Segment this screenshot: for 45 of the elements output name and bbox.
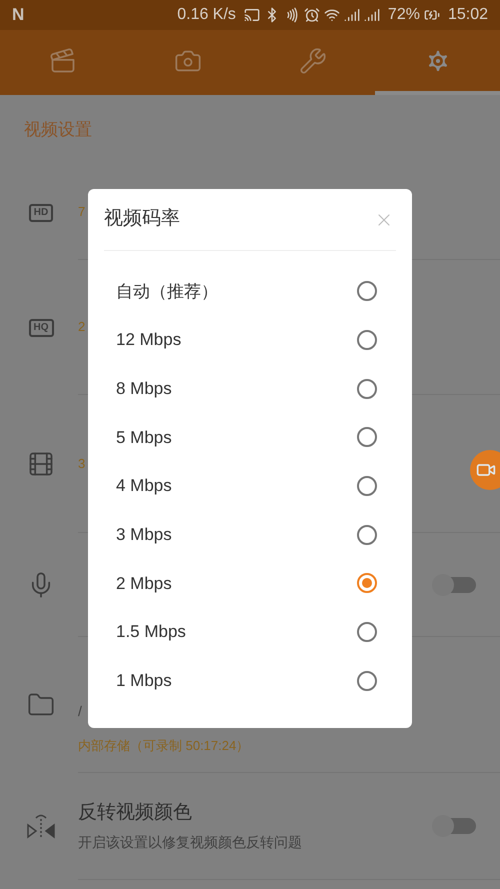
wifi-icon xyxy=(324,7,340,23)
battery-percent: 72% xyxy=(388,5,420,25)
radio-button[interactable] xyxy=(357,378,377,399)
bitrate-option[interactable]: 自动（推荐） xyxy=(104,267,396,316)
bitrate-option[interactable]: 5 Mbps xyxy=(104,413,396,462)
bitrate-option[interactable]: 1 Mbps xyxy=(104,656,396,706)
radio-button[interactable] xyxy=(357,281,377,302)
dialog-title: 视频码率 xyxy=(104,207,181,232)
radio-button[interactable] xyxy=(357,573,377,594)
floating-record-button[interactable] xyxy=(470,450,500,490)
setting-value: 3 xyxy=(78,454,86,473)
cast-icon xyxy=(244,7,260,23)
setting-value: 2 xyxy=(78,318,86,336)
clock: 15:02 xyxy=(448,5,488,25)
bitrate-option[interactable]: 1.5 Mbps xyxy=(104,608,396,656)
setting-description: / xyxy=(78,702,82,721)
setting-title: 反转视频颜色 xyxy=(78,801,192,826)
alarm-icon xyxy=(304,7,320,23)
signal-icon xyxy=(364,7,380,23)
radio-button[interactable] xyxy=(357,330,377,350)
hd-icon: HD xyxy=(28,204,54,222)
toggle-switch[interactable] xyxy=(432,815,476,837)
wrench-icon xyxy=(298,46,326,74)
radio-button[interactable] xyxy=(357,427,377,448)
film-icon xyxy=(27,450,55,478)
notification-logo: N xyxy=(12,4,24,26)
bitrate-option[interactable]: 8 Mbps xyxy=(104,364,396,414)
setting-description: 开启该设置以修复视频颜色反转问题 xyxy=(78,832,302,852)
radio-button[interactable] xyxy=(357,622,377,642)
bitrate-option[interactable]: 12 Mbps xyxy=(104,316,396,364)
hq-icon: HQ xyxy=(28,318,54,336)
radio-button[interactable] xyxy=(357,670,377,691)
bitrate-option[interactable]: 3 Mbps xyxy=(104,510,396,560)
clapperboard-icon xyxy=(48,46,76,74)
network-speed: 0.16 K/s xyxy=(177,5,236,25)
radio-button[interactable] xyxy=(357,524,377,545)
section-title: 视频设置 xyxy=(24,119,92,142)
signal-icon xyxy=(344,7,360,23)
toggle-switch[interactable] xyxy=(432,574,476,596)
flip-icon xyxy=(26,812,56,840)
bitrate-option[interactable]: 2 Mbps xyxy=(104,559,396,608)
setting-value: 内部存储（可录制 50:17:24） xyxy=(78,737,250,755)
bitrate-option[interactable]: 4 Mbps xyxy=(104,462,396,510)
radio-button[interactable] xyxy=(357,476,377,496)
setting-value: 7 xyxy=(78,203,86,222)
